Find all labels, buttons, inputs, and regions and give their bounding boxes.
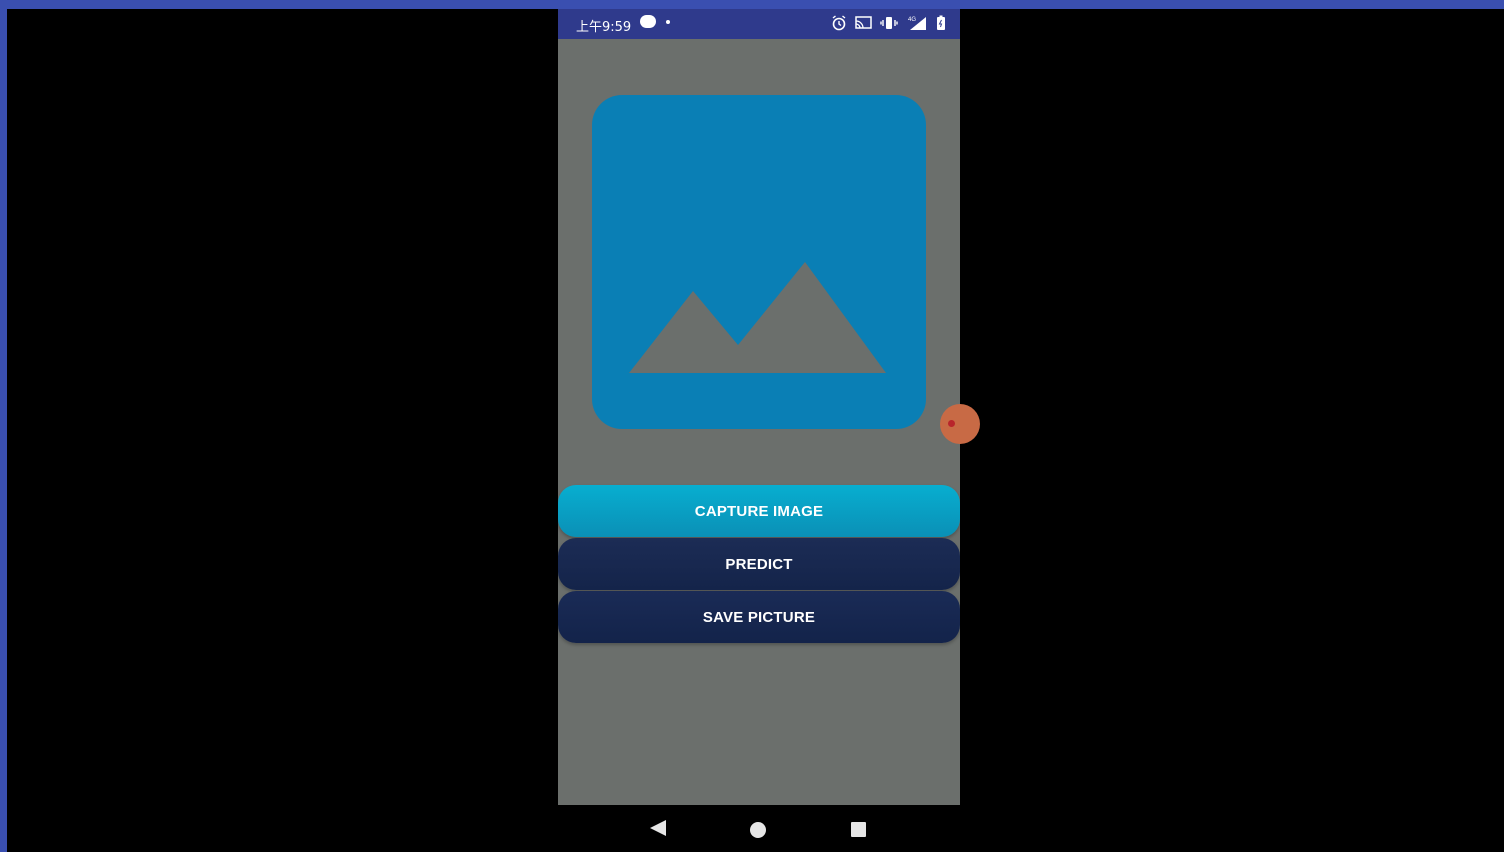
cast-icon <box>855 16 872 29</box>
floating-bubble-icon[interactable] <box>940 404 980 444</box>
cloud-icon <box>640 15 656 28</box>
svg-text:4G: 4G <box>908 17 916 23</box>
battery-icon <box>937 15 945 30</box>
image-placeholder-icon <box>592 95 926 429</box>
alarm-icon <box>832 15 846 31</box>
predict-button[interactable]: PREDICT <box>558 538 960 590</box>
status-left-icons <box>640 15 670 28</box>
back-icon[interactable] <box>650 820 666 836</box>
window-frame-top <box>0 0 1504 9</box>
home-icon[interactable] <box>750 822 766 838</box>
status-bar: 上午9:59 4G <box>558 9 960 39</box>
notification-dot-icon <box>666 19 670 24</box>
save-picture-button[interactable]: SAVE PICTURE <box>558 591 960 643</box>
status-right-icons: 4G <box>831 15 946 31</box>
capture-image-button[interactable]: CAPTURE IMAGE <box>558 485 960 537</box>
app-content: CAPTURE IMAGE PREDICT SAVE PICTURE <box>558 39 980 805</box>
signal-4g-icon: 4G <box>908 17 926 30</box>
phone-screen: 上午9:59 4G CAPTURE IMAGE PREDICT SAVE PIC… <box>558 9 980 852</box>
status-time: 上午9:59 <box>576 20 632 35</box>
vibrate-icon <box>880 17 898 29</box>
window-frame-left <box>0 0 7 852</box>
recents-icon[interactable] <box>851 822 866 837</box>
navigation-bar <box>558 805 960 852</box>
